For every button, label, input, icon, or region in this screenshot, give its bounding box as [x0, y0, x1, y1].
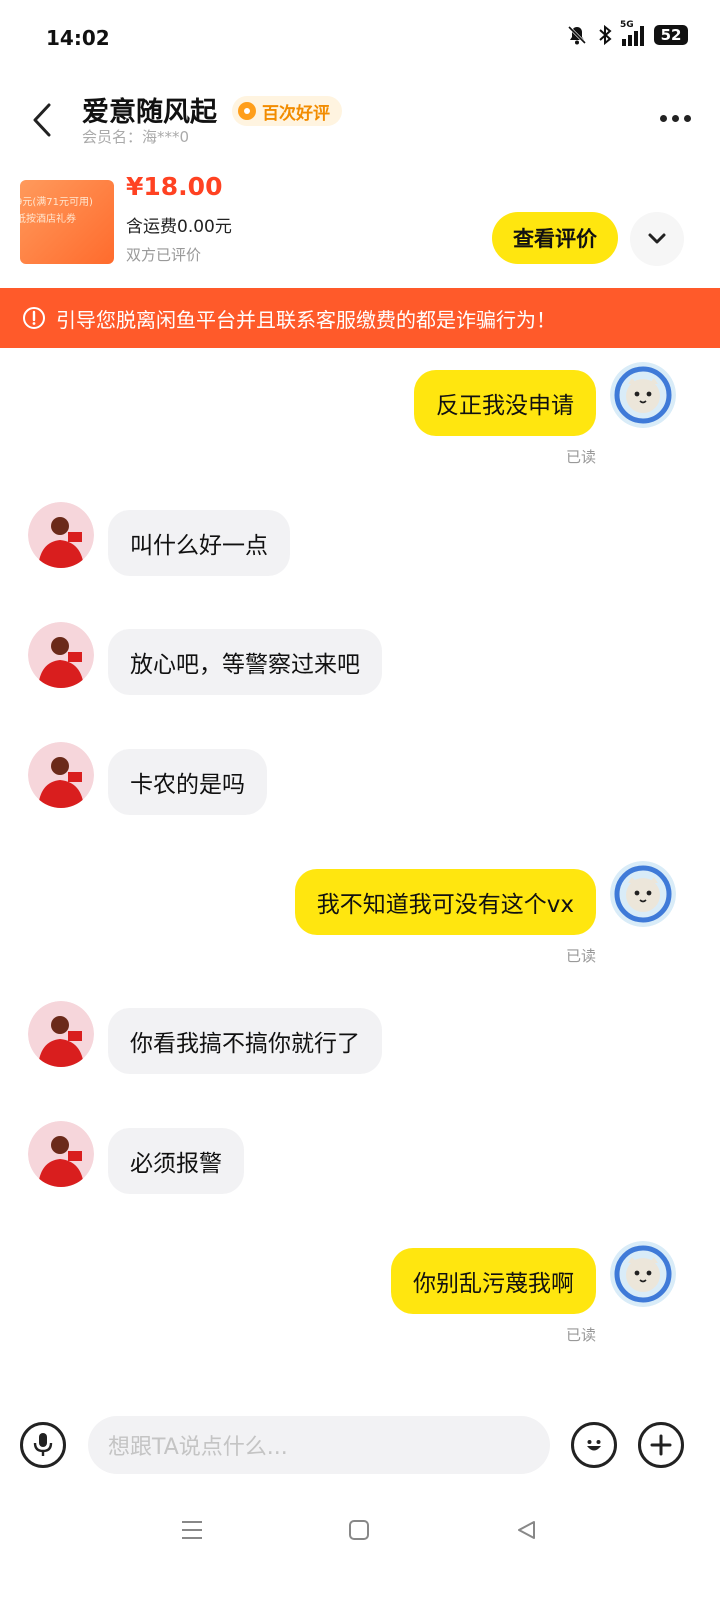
product-price: ¥18.00 — [126, 172, 223, 201]
plus-icon — [650, 1434, 672, 1456]
read-status: 已读 — [565, 947, 596, 965]
battery-icon: 52 — [654, 25, 688, 45]
bell-muted-icon — [567, 25, 587, 45]
network-type: 5G — [620, 20, 634, 30]
bluetooth-icon — [599, 24, 612, 46]
message-bubble-incoming[interactable]: 必须报警 — [108, 1128, 244, 1194]
chevron-left-icon — [33, 103, 51, 137]
chat-title: 爱意随风起 — [82, 97, 217, 128]
add-button[interactable] — [638, 1422, 684, 1468]
shipping-info: 含运费0.00元 — [126, 217, 232, 237]
badge-icon — [238, 102, 256, 120]
review-status: 双方已评价 — [126, 246, 202, 264]
nav-home-button[interactable] — [339, 1510, 379, 1550]
nav-back-button[interactable] — [506, 1510, 546, 1550]
message-bubble-incoming[interactable]: 你看我搞不搞你就行了 — [108, 1008, 382, 1074]
voice-button[interactable] — [20, 1422, 66, 1468]
message-bubble-incoming[interactable]: 叫什么好一点 — [108, 510, 290, 576]
fraud-warning-banner: 引导您脱离闲鱼平台并且联系客服缴费的都是诈骗行为！ — [0, 288, 720, 348]
message-bubble-incoming[interactable]: 放心吧，等警察过来吧 — [108, 629, 382, 695]
message-bubble-outgoing[interactable]: 你别乱污蔑我啊 — [391, 1248, 596, 1314]
thumb-line: 9元(满71元可用) — [20, 197, 93, 208]
product-thumbnail[interactable]: 9元(满71元可用) 抵按酒店礼券 — [20, 180, 114, 264]
status-time: 14:02 — [46, 26, 110, 50]
more-icon — [659, 114, 667, 122]
status-icons: 5G 52 — [566, 20, 688, 46]
nav-menu-button[interactable] — [172, 1510, 212, 1550]
warning-text: 引导您脱离闲鱼平台并且联系客服缴费的都是诈骗行为！ — [56, 307, 556, 332]
contact-avatar[interactable] — [28, 742, 94, 808]
my-avatar[interactable] — [610, 1241, 676, 1307]
badge-label: 百次好评 — [262, 103, 330, 124]
my-avatar[interactable] — [610, 861, 676, 927]
message-bubble-incoming[interactable]: 卡农的是吗 — [108, 749, 267, 815]
microphone-icon — [33, 1433, 53, 1456]
menu-icon — [182, 1521, 202, 1539]
message-bubble-outgoing[interactable]: 反正我没申请 — [414, 370, 596, 436]
message-bubble-outgoing[interactable]: 我不知道我可没有这个vx — [294, 869, 596, 935]
back-triangle-icon — [518, 1521, 535, 1539]
home-square-icon — [349, 1520, 369, 1540]
signal-icon: 5G — [620, 20, 644, 46]
contact-avatar[interactable] — [28, 622, 94, 688]
member-name: 会员名：海***0 — [82, 128, 190, 146]
my-avatar[interactable] — [610, 362, 676, 428]
read-status: 已读 — [565, 1326, 596, 1344]
more-options-button[interactable] — [652, 96, 698, 140]
thumb-line: 抵按酒店礼券 — [20, 214, 76, 225]
contact-avatar[interactable] — [28, 1121, 94, 1187]
emoji-button[interactable] — [571, 1422, 617, 1468]
view-review-button[interactable]: 查看评价 — [492, 212, 618, 264]
reputation-badge: 百次好评 — [232, 96, 342, 126]
input-placeholder: 想跟TA说点什么... — [108, 1435, 288, 1460]
contact-avatar[interactable] — [28, 502, 94, 568]
warning-icon — [23, 307, 45, 329]
chevron-down-icon — [648, 233, 666, 244]
contact-avatar[interactable] — [28, 1001, 94, 1067]
expand-button[interactable] — [630, 212, 684, 266]
message-input[interactable]: 想跟TA说点什么... — [88, 1416, 550, 1474]
back-button[interactable] — [22, 96, 62, 144]
smiley-icon — [587, 1440, 601, 1451]
read-status: 已读 — [565, 448, 596, 466]
